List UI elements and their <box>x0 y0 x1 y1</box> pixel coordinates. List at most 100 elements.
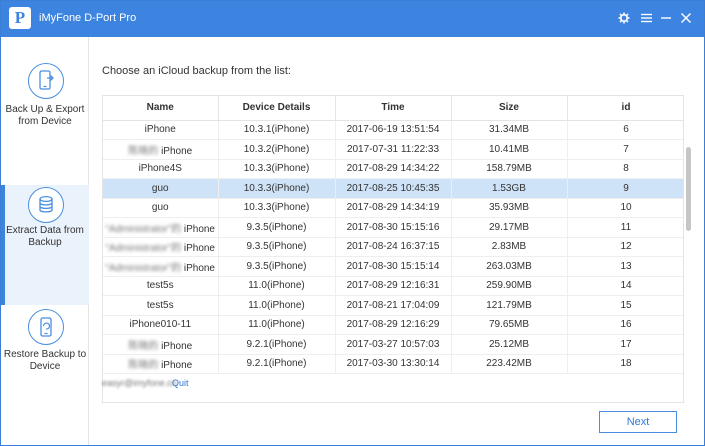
cell-name-owner: “Administrator”的 <box>105 262 182 274</box>
quit-link[interactable]: Quit <box>172 378 189 388</box>
cell-id: 8 <box>567 159 683 179</box>
cell-time: 2017-08-29 14:34:22 <box>335 159 452 179</box>
cell-id: 10 <box>567 198 683 218</box>
cell-name-text: iPhone <box>161 340 193 352</box>
cell-device-details: 10.3.3(iPhone) <box>218 178 336 199</box>
column-header-time: Time <box>335 96 452 121</box>
cell-name: “Administrator”的 iPhone <box>103 256 219 277</box>
cell-time: 2017-08-29 12:16:31 <box>335 276 452 296</box>
cell-name: iPhone010-11 <box>103 315 219 335</box>
table-row[interactable]: 陈晓的 iPhone 10.3.2(iPhone) 2017-07-31 11:22… <box>103 139 683 160</box>
cell-size: 31.34MB <box>451 120 568 140</box>
cell-time: 2017-03-30 13:30:14 <box>335 354 452 374</box>
cell-size: 2.83MB <box>451 237 568 257</box>
cell-name-text: iPhone <box>183 243 215 255</box>
cell-id: 12 <box>567 237 683 257</box>
table-scrollbar[interactable] <box>686 147 691 231</box>
sidebar-item-extract-data[interactable]: Extract Data from Backup <box>1 185 89 305</box>
column-header-device-details: Device Details <box>218 96 336 121</box>
table-row[interactable]: “Administrator”的 iPhone 9.3.5(iPhone) 2017… <box>103 237 683 257</box>
cell-size: 259.90MB <box>451 276 568 296</box>
cell-device-details: 9.2.1(iPhone) <box>218 334 336 355</box>
cell-id: 14 <box>567 276 683 296</box>
table-row[interactable]: “Administrator”的 iPhone 9.3.5(iPhone) 2017… <box>103 256 683 277</box>
menu-icon[interactable] <box>638 10 654 26</box>
cell-id: 6 <box>567 120 683 140</box>
cell-time: 2017-08-21 17:04:09 <box>335 295 452 316</box>
cell-device-details: 9.3.5(iPhone) <box>218 237 336 257</box>
cell-time: 2017-08-25 10:45:35 <box>335 178 452 199</box>
cell-device-details: 10.3.3(iPhone) <box>218 198 336 218</box>
cell-name-text: iPhone <box>183 223 215 235</box>
table-row[interactable]: test5s 11.0(iPhone) 2017-08-21 17:04:09 121… <box>103 295 683 316</box>
cell-device-details: 9.2.1(iPhone) <box>218 354 336 374</box>
cell-time: 2017-03-27 10:57:03 <box>335 334 452 355</box>
cell-size: 35.93MB <box>451 198 568 218</box>
cell-size: 263.03MB <box>451 256 568 277</box>
cell-name-text: guo <box>151 182 169 194</box>
table-row[interactable]: iPhone4S 10.3.3(iPhone) 2017-08-29 14:34:2… <box>103 159 683 179</box>
cell-name-text: iPhone <box>161 145 193 157</box>
cell-name-text: iPhone010-11 <box>129 319 192 331</box>
cell-time: 2017-08-30 15:15:16 <box>335 217 452 238</box>
cell-device-details: 10.3.2(iPhone) <box>218 139 336 160</box>
column-header-id: id <box>567 96 683 121</box>
cell-device-details: 9.3.5(iPhone) <box>218 217 336 238</box>
table-row[interactable]: iPhone010-11 11.0(iPhone) 2017-08-29 12:16… <box>103 315 683 335</box>
cell-name: “Administrator”的 iPhone <box>103 217 219 238</box>
cell-name-text: test5s <box>146 299 174 311</box>
table-row[interactable]: test5s 11.0(iPhone) 2017-08-29 12:16:31 259… <box>103 276 683 296</box>
cell-size: 10.41MB <box>451 139 568 160</box>
cell-time: 2017-08-29 14:34:19 <box>335 198 452 218</box>
close-icon[interactable] <box>678 10 694 26</box>
cell-id: 17 <box>567 334 683 355</box>
app-window: P iMyFone D-Port Pro Back Up & Export fr… <box>0 0 705 446</box>
cell-time: 2017-06-19 13:51:54 <box>335 120 452 140</box>
table-header-row: Name Device Details Time Size id <box>103 96 683 121</box>
cell-name: 陈晓的 iPhone <box>103 354 219 374</box>
cell-size: 29.17MB <box>451 217 568 238</box>
cell-id: 13 <box>567 256 683 277</box>
table-row[interactable]: iPhone 10.3.1(iPhone) 2017-06-19 13:51:54 3… <box>103 120 683 140</box>
phone-export-icon <box>28 63 64 99</box>
cell-name-text: iPhone <box>183 262 215 274</box>
cell-device-details: 10.3.1(iPhone) <box>218 120 336 140</box>
cell-device-details: 10.3.3(iPhone) <box>218 159 336 179</box>
cell-name: iPhone <box>103 120 219 140</box>
cell-id: 15 <box>567 295 683 316</box>
cell-name: guo <box>103 178 219 199</box>
app-title: iMyFone D-Port Pro <box>39 12 137 24</box>
table-row[interactable]: “Administrator”的 iPhone 9.3.5(iPhone) 2017… <box>103 217 683 238</box>
cell-name: test5s <box>103 276 219 296</box>
table-row[interactable]: 陈晓的 iPhone 9.2.1(iPhone) 2017-03-30 13:30:… <box>103 354 683 374</box>
table-row[interactable]: guo 10.3.3(iPhone) 2017-08-25 10:45:35 1.53… <box>103 178 683 199</box>
cell-time: 2017-08-24 16:37:15 <box>335 237 452 257</box>
column-header-name: Name <box>103 96 219 121</box>
cell-name-text: iPhone <box>161 360 193 372</box>
backup-table: Name Device Details Time Size id iPhone 1… <box>102 95 684 403</box>
cell-device-details: 9.3.5(iPhone) <box>218 256 336 277</box>
cell-size: 1.53GB <box>451 178 568 199</box>
sidebar-item-backup-export[interactable]: Back Up & Export from Device <box>1 49 89 149</box>
cell-id: 7 <box>567 139 683 160</box>
cell-time: 2017-08-29 12:16:29 <box>335 315 452 335</box>
table-row[interactable]: 陈晓的 iPhone 9.2.1(iPhone) 2017-03-27 10:57:… <box>103 334 683 355</box>
cell-name-text: iPhone <box>144 124 176 136</box>
cell-size: 25.12MB <box>451 334 568 355</box>
next-button[interactable]: Next <box>599 411 677 433</box>
settings-gear-icon[interactable] <box>616 10 632 26</box>
cell-size: 121.79MB <box>451 295 568 316</box>
cell-size: 79.65MB <box>451 315 568 335</box>
sidebar-item-restore-backup[interactable]: Restore Backup to Device <box>1 303 89 403</box>
main-panel: Choose an iCloud backup from the list: N… <box>90 37 704 445</box>
cell-name-text: guo <box>151 202 169 214</box>
table-row[interactable]: guo 10.3.3(iPhone) 2017-08-29 14:34:19 35.9… <box>103 198 683 218</box>
cell-name: guo <box>103 198 219 218</box>
sidebar: Back Up & Export from Device Extract Dat… <box>1 37 89 445</box>
instruction-text: Choose an iCloud backup from the list: <box>102 65 291 77</box>
minimize-icon[interactable] <box>658 10 674 26</box>
cell-id: 16 <box>567 315 683 335</box>
account-email: easyr@imyfone.cn <box>102 378 177 388</box>
app-logo: P <box>9 7 31 29</box>
database-backup-icon <box>28 187 64 223</box>
